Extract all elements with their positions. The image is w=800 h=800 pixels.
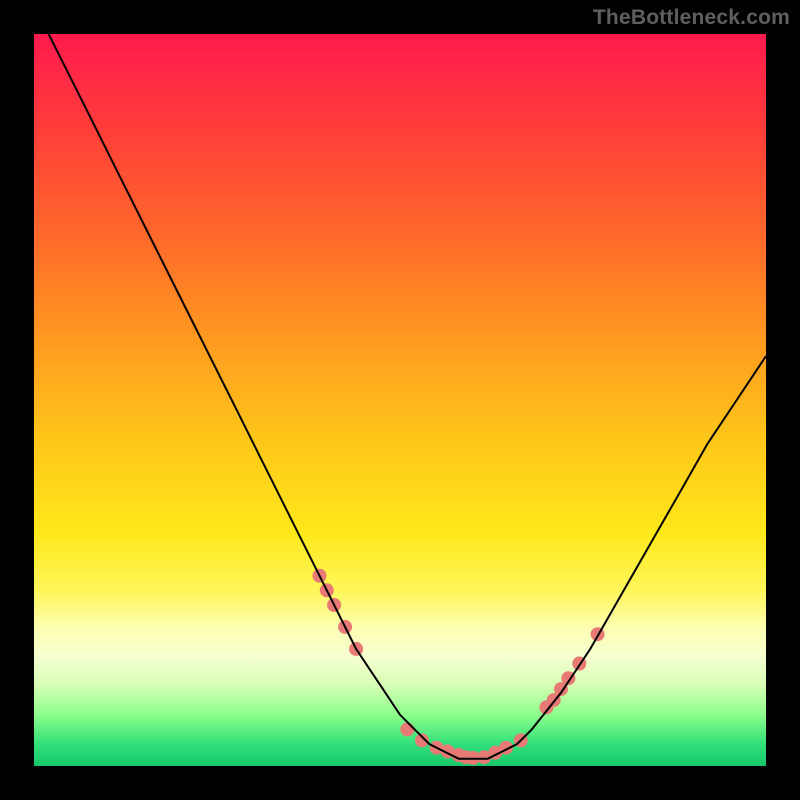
plot-area: [34, 34, 766, 766]
curve-layer: [34, 34, 766, 766]
scatter-dots: [313, 569, 605, 765]
chart-stage: TheBottleneck.com: [0, 0, 800, 800]
bottleneck-curve-line: [49, 34, 766, 759]
watermark-text: TheBottleneck.com: [593, 6, 790, 30]
scatter-dot: [400, 722, 414, 736]
